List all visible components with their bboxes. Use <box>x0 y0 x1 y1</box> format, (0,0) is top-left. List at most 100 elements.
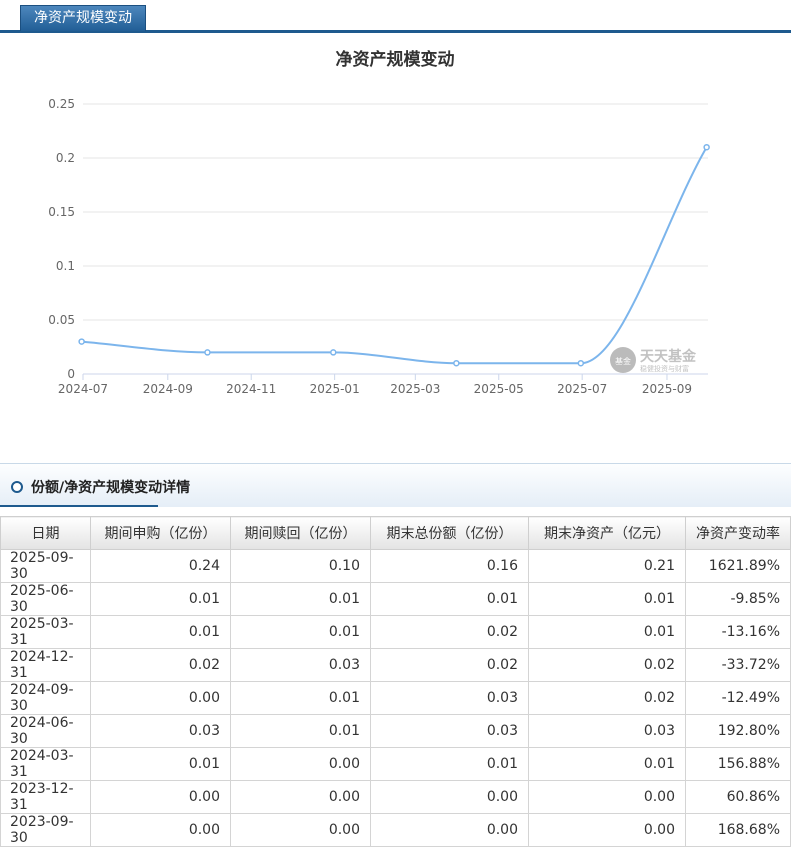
cell-subscription: 0.00 <box>90 681 231 715</box>
cell-net-assets: 0.01 <box>528 747 686 781</box>
cell-net-assets: 0.01 <box>528 582 686 616</box>
cell-total-shares: 0.01 <box>370 747 529 781</box>
data-point[interactable] <box>453 359 460 367</box>
x-tick-label: 2024-09 <box>143 382 193 396</box>
cell-total-shares: 0.02 <box>370 615 529 649</box>
cell-date: 2025-09-30 <box>0 549 91 583</box>
cell-redemption: 0.03 <box>230 648 371 682</box>
cell-total-shares: 0.00 <box>370 813 529 847</box>
cell-net-assets: 0.01 <box>528 615 686 649</box>
cell-total-shares: 0.02 <box>370 648 529 682</box>
x-tick-label: 2024-11 <box>226 382 276 396</box>
cell-subscription: 0.00 <box>90 813 231 847</box>
data-point[interactable] <box>330 349 337 356</box>
cell-subscription: 0.01 <box>90 747 231 781</box>
col-header-net-assets: 期末净资产（亿元） <box>528 516 686 550</box>
circle-bullet-icon <box>11 481 23 493</box>
cell-date: 2024-06-30 <box>0 714 91 748</box>
grid-layer <box>83 103 708 321</box>
x-tick-label: 2024-07 <box>58 382 108 396</box>
axis-layer: 0 0.05 0.1 0.15 0.2 0.25 2024-07 2024-09 2024-11… <box>48 97 708 396</box>
cell-date: 2024-12-31 <box>0 648 91 682</box>
watermark-subtext: 稳健投资与财富 <box>640 364 689 373</box>
data-point[interactable] <box>204 349 211 356</box>
col-header-redemption: 期间赎回（亿份） <box>230 516 371 550</box>
cell-subscription: 0.03 <box>90 714 231 748</box>
table-row: 2025-03-31 0.01 0.01 0.02 0.01 -13.16% <box>0 615 791 649</box>
cell-subscription: 0.02 <box>90 648 231 682</box>
cell-redemption: 0.00 <box>230 747 371 781</box>
cell-redemption: 0.00 <box>230 780 371 814</box>
cell-redemption: 0.10 <box>230 549 371 583</box>
table-row: 2024-03-31 0.01 0.00 0.01 0.01 156.88% <box>0 747 791 781</box>
cell-change-rate: 192.80% <box>685 714 791 748</box>
data-point[interactable] <box>577 359 585 367</box>
cell-redemption: 0.01 <box>230 582 371 616</box>
cell-change-rate: -13.16% <box>685 615 791 649</box>
details-section-header: 份额/净资产规模变动详情 <box>0 463 791 507</box>
cell-net-assets: 0.02 <box>528 681 686 715</box>
y-tick-label: 0.25 <box>48 97 75 111</box>
cell-subscription: 0.01 <box>90 615 231 649</box>
cell-date: 2024-03-31 <box>0 747 91 781</box>
cell-subscription: 0.01 <box>90 582 231 616</box>
chart-title: 净资产规模变动 <box>336 49 455 70</box>
cell-total-shares: 0.03 <box>370 681 529 715</box>
table-row: 2024-12-31 0.02 0.03 0.02 0.02 -33.72% <box>0 648 791 682</box>
table-row: 2024-09-30 0.00 0.01 0.03 0.02 -12.49% <box>0 681 791 715</box>
watermark: 基金 天天基金 稳健投资与财富 <box>610 347 697 373</box>
cell-change-rate: 60.86% <box>685 780 791 814</box>
watermark-text: 天天基金 <box>640 348 697 365</box>
cell-date: 2023-12-31 <box>0 780 91 814</box>
table-row: 2023-12-31 0.00 0.00 0.00 0.00 60.86% <box>0 780 791 814</box>
y-tick-label: 0 <box>67 367 75 381</box>
table-row: 2025-09-30 0.24 0.10 0.16 0.21 1621.89% <box>0 549 791 583</box>
cell-change-rate: 156.88% <box>685 747 791 781</box>
y-tick-label: 0.05 <box>48 313 75 327</box>
cell-date: 2025-03-31 <box>0 615 91 649</box>
cell-redemption: 0.01 <box>230 615 371 649</box>
x-tick-label: 2025-05 <box>474 382 524 396</box>
cell-total-shares: 0.01 <box>370 582 529 616</box>
cell-total-shares: 0.16 <box>370 549 529 583</box>
cell-change-rate: 168.68% <box>685 813 791 847</box>
cell-total-shares: 0.03 <box>370 714 529 748</box>
cell-date: 2023-09-30 <box>0 813 91 847</box>
point-layer <box>78 143 710 367</box>
cell-redemption: 0.00 <box>230 813 371 847</box>
series-line <box>81 146 708 365</box>
cell-subscription: 0.24 <box>90 549 231 583</box>
table-row: 2023-09-30 0.00 0.00 0.00 0.00 168.68% <box>0 813 791 847</box>
table-row: 2024-06-30 0.03 0.01 0.03 0.03 192.80% <box>0 714 791 748</box>
x-tick-label: 2025-03 <box>390 382 440 396</box>
watermark-logo: 基金 <box>615 356 631 366</box>
x-tick-label: 2025-01 <box>310 382 360 396</box>
details-heading: 份额/净资产规模变动详情 <box>31 480 191 496</box>
y-tick-label: 0.2 <box>56 151 75 165</box>
y-tick-label: 0.15 <box>48 205 75 219</box>
net-asset-line-chart: 净资产规模变动 基金 天天基金 稳健投资与财富 00.050.10.150.20… <box>48 49 710 396</box>
table-row: 2025-06-30 0.01 0.01 0.01 0.01 -9.85% <box>0 582 791 616</box>
cell-net-assets: 0.00 <box>528 813 686 847</box>
cell-change-rate: 1621.89% <box>685 549 791 583</box>
details-table: 日期 期间申购（亿份） 期间赎回（亿份） 期末总份额（亿份） 期末净资产（亿元）… <box>0 516 791 847</box>
cell-date: 2025-06-30 <box>0 582 91 616</box>
cell-date: 2024-09-30 <box>0 681 91 715</box>
cell-redemption: 0.01 <box>230 681 371 715</box>
cell-change-rate: -33.72% <box>685 648 791 682</box>
col-header-date: 日期 <box>0 516 91 550</box>
cell-net-assets: 0.03 <box>528 714 686 748</box>
data-point[interactable] <box>78 338 85 345</box>
table-header-row: 日期 期间申购（亿份） 期间赎回（亿份） 期末总份额（亿份） 期末净资产（亿元）… <box>0 516 791 550</box>
cell-net-assets: 0.02 <box>528 648 686 682</box>
heading-underline <box>0 505 158 507</box>
col-header-change-rate: 净资产变动率 <box>685 516 791 550</box>
data-point[interactable] <box>703 143 710 151</box>
x-tick-label: 2025-09 <box>642 382 692 396</box>
tab-net-asset-change[interactable]: 净资产规模变动 <box>20 5 146 31</box>
cell-redemption: 0.01 <box>230 714 371 748</box>
x-tick-label: 2025-07 <box>557 382 607 396</box>
cell-net-assets: 0.00 <box>528 780 686 814</box>
y-tick-label: 0.1 <box>56 259 75 273</box>
cell-net-assets: 0.21 <box>528 549 686 583</box>
